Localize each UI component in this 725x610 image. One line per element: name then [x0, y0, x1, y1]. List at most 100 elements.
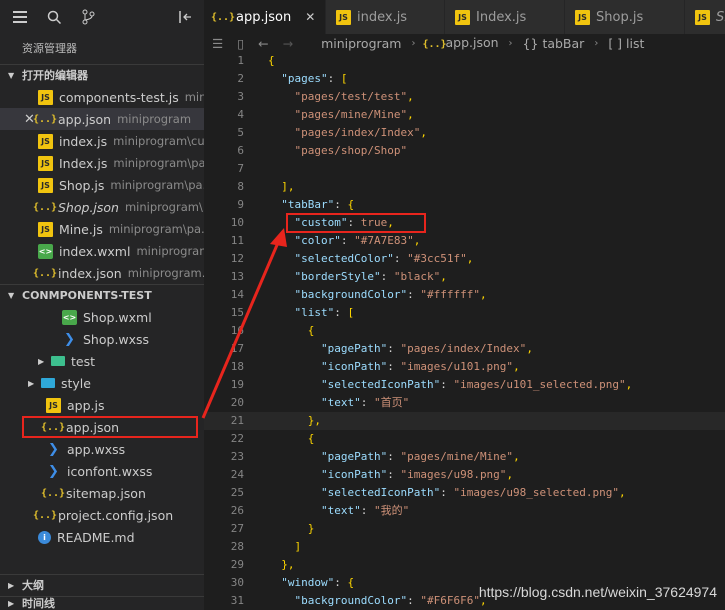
- outline-header[interactable]: ▶ 大纲: [0, 574, 204, 596]
- line-content: "pages/test/test",: [294, 90, 414, 103]
- line-content: "iconPath": "images/u101.png",: [320, 360, 520, 373]
- line-content: "pages": [: [281, 72, 348, 85]
- code-line[interactable]: 10 "custom": true,: [204, 214, 725, 232]
- code-line[interactable]: 1{: [204, 52, 725, 70]
- breadcrumb-symbol[interactable]: {} tabBar: [523, 36, 585, 51]
- tab-shop-js[interactable]: JS Shop.js: [565, 0, 685, 34]
- code-line[interactable]: 12 "selectedColor": "#3cc51f",: [204, 250, 725, 268]
- code-line[interactable]: 28 ]: [204, 538, 725, 556]
- code-view[interactable]: 1{2 "pages": [3 "pages/test/test", 4 "pag…: [204, 52, 725, 610]
- breadcrumb-symbol[interactable]: [ ] list: [608, 36, 644, 51]
- breadcrumb-file[interactable]: {..}app.json: [422, 35, 498, 52]
- line-number: 14: [230, 288, 244, 301]
- open-editor-item[interactable]: JS Mine.js miniprogram\pa...: [0, 218, 204, 240]
- tree-item[interactable]: {..} project.config.json: [0, 504, 204, 526]
- code-line[interactable]: 7: [204, 160, 725, 178]
- code-line[interactable]: 23 "pagePath": "pages/mine/Mine",: [204, 448, 725, 466]
- tree-item-app-json-highlighted[interactable]: {..} app.json: [22, 416, 198, 438]
- explorer-icon[interactable]: [12, 9, 28, 25]
- open-editor-item[interactable]: <> index.wxml miniprogram\...: [0, 240, 204, 262]
- line-content: {: [307, 324, 315, 337]
- close-icon[interactable]: ✕: [305, 10, 315, 24]
- close-icon[interactable]: ✕: [24, 112, 35, 127]
- timeline-header[interactable]: ▶ 时间线: [0, 596, 204, 610]
- code-line[interactable]: 9 "tabBar": {: [204, 196, 725, 214]
- code-line[interactable]: 22 {: [204, 430, 725, 448]
- tree-folder[interactable]: ▶ style: [0, 372, 204, 394]
- tab-overflow[interactable]: JS Sh: [685, 0, 725, 34]
- json-file-icon: {..}: [40, 421, 66, 433]
- code-line[interactable]: 21 },: [204, 412, 725, 430]
- list-icon[interactable]: ☰: [212, 36, 223, 51]
- js-file-icon: JS: [575, 9, 590, 25]
- tree-item[interactable]: ❯ Shop.wxss: [0, 328, 204, 350]
- code-line[interactable]: 24 "iconPath": "images/u98.png",: [204, 466, 725, 484]
- line-content: "window": {: [281, 576, 355, 589]
- tree-folder[interactable]: ▶ test: [0, 350, 204, 372]
- code-line[interactable]: 15 "list": [: [204, 304, 725, 322]
- code-line[interactable]: 6 "pages/shop/Shop": [204, 142, 725, 160]
- line-content: },: [281, 558, 295, 571]
- tab-app-json[interactable]: {..} app.json ✕: [204, 0, 326, 34]
- code-line[interactable]: 8 ],: [204, 178, 725, 196]
- open-editor-item-active[interactable]: ✕ {..} app.json miniprogram: [0, 108, 204, 130]
- open-editor-item[interactable]: JS components-test.js mini...: [0, 86, 204, 108]
- line-content: {: [307, 432, 315, 445]
- chevron-down-icon: ▼: [8, 70, 15, 80]
- code-line[interactable]: 29 },: [204, 556, 725, 574]
- json-file-icon: {..}: [32, 267, 58, 279]
- tree-item[interactable]: {..} sitemap.json: [0, 482, 204, 504]
- code-line[interactable]: 19 "selectedIconPath": "images/u101_sele…: [204, 376, 725, 394]
- wxss-file-icon: ❯: [64, 331, 75, 347]
- code-line[interactable]: 3 "pages/test/test",: [204, 88, 725, 106]
- tab-index-js[interactable]: JS index.js: [326, 0, 445, 34]
- search-icon[interactable]: [46, 9, 62, 25]
- code-line[interactable]: 13 "borderStyle": "black",: [204, 268, 725, 286]
- forward-arrow-icon[interactable]: →: [283, 36, 293, 51]
- tree-item[interactable]: ❯ iconfont.wxss: [0, 460, 204, 482]
- object-icon: {}: [522, 35, 543, 51]
- js-file-icon: JS: [46, 397, 61, 413]
- tab-Index-js[interactable]: JS Index.js: [445, 0, 565, 34]
- tree-item[interactable]: i README.md: [0, 526, 204, 548]
- line-number: 9: [237, 198, 244, 211]
- bottom-sections: ▶ 大纲 ▶ 时间线: [0, 574, 204, 610]
- open-editor-item[interactable]: JS Index.js miniprogram\pa...: [0, 152, 204, 174]
- code-line[interactable]: 18 "iconPath": "images/u101.png",: [204, 358, 725, 376]
- line-number: 31: [230, 594, 244, 607]
- chevron-right-icon: ›: [594, 37, 599, 49]
- back-arrow-icon[interactable]: ←: [258, 36, 268, 51]
- js-file-icon: JS: [38, 221, 53, 237]
- source-control-icon[interactable]: [80, 9, 96, 25]
- line-number: 3: [237, 90, 244, 103]
- open-editor-item[interactable]: {..} index.json miniprogram...: [0, 262, 204, 284]
- code-line[interactable]: 2 "pages": [: [204, 70, 725, 88]
- code-line[interactable]: 20 "text": "首页": [204, 394, 725, 412]
- tree-item[interactable]: JS app.js: [0, 394, 204, 416]
- wxss-file-icon: ❯: [48, 441, 59, 457]
- tree-item[interactable]: <> Shop.wxml: [0, 306, 204, 328]
- code-line[interactable]: 17 "pagePath": "pages/index/Index",: [204, 340, 725, 358]
- bookmark-icon[interactable]: ▯: [237, 36, 244, 51]
- code-line[interactable]: 27 }: [204, 520, 725, 538]
- code-line[interactable]: 16 {: [204, 322, 725, 340]
- line-number: 21: [230, 414, 244, 427]
- code-line[interactable]: 14 "backgroundColor": "#ffffff",: [204, 286, 725, 304]
- code-line[interactable]: 5 "pages/index/Index",: [204, 124, 725, 142]
- open-editors-header[interactable]: ▼ 打开的编辑器: [0, 64, 204, 86]
- project-header[interactable]: ▼ CONMPONENTS-TEST: [0, 284, 204, 306]
- js-file-icon: JS: [38, 155, 53, 171]
- activity-toolbar: [0, 0, 204, 34]
- code-line[interactable]: 4 "pages/mine/Mine",: [204, 106, 725, 124]
- line-content: "backgroundColor": "#F6F6F6",: [294, 594, 487, 607]
- code-line[interactable]: 25 "selectedIconPath": "images/u98_selec…: [204, 484, 725, 502]
- code-line[interactable]: 26 "text": "我的": [204, 502, 725, 520]
- code-line[interactable]: 11 "color": "#7A7E83",: [204, 232, 725, 250]
- open-editor-item[interactable]: {..} Shop.json miniprogram\...: [0, 196, 204, 218]
- line-content: {: [268, 54, 275, 67]
- open-editor-item[interactable]: JS Shop.js miniprogram\pa...: [0, 174, 204, 196]
- tree-item[interactable]: ❯ app.wxss: [0, 438, 204, 460]
- breadcrumb-folder[interactable]: miniprogram: [321, 36, 401, 51]
- open-editor-item[interactable]: JS index.js miniprogram\cu...: [0, 130, 204, 152]
- collapse-panel-icon[interactable]: [178, 9, 194, 25]
